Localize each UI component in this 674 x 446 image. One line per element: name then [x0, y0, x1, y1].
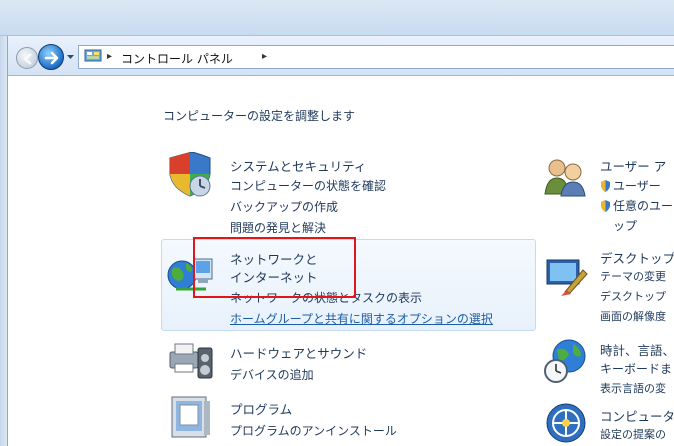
globe-clock-icon[interactable] — [543, 338, 589, 384]
link-screen-resolution[interactable]: 画面の解像度 — [600, 308, 666, 324]
forward-arrow-icon — [44, 51, 59, 65]
breadcrumb-separator[interactable]: ▸ — [107, 51, 112, 62]
window: ▸ コントロール パネル ▸ コンピューターの設定を調整します システムとセキュ… — [0, 0, 674, 446]
back-arrow-icon — [23, 53, 32, 65]
annotation-highlight-box — [193, 237, 356, 298]
link-desktop-background[interactable]: デスクトップ — [600, 288, 666, 304]
breadcrumb-control-panel[interactable]: コントロール パネル — [121, 50, 233, 67]
link-keyboard[interactable]: キーボードま — [600, 360, 672, 377]
link-user-accounts-option-cont[interactable]: ップ — [613, 217, 637, 234]
category-title-system-security[interactable]: システムとセキュリティ — [230, 156, 366, 175]
programs-box-icon[interactable] — [166, 393, 214, 439]
shield-icon[interactable] — [166, 152, 214, 198]
uac-shield-icon — [601, 180, 610, 192]
category-title-ease-of-access[interactable]: コンピュータ — [600, 406, 674, 425]
page-title: コンピューターの設定を調整します — [163, 109, 356, 123]
window-title-frame — [0, 0, 674, 36]
category-title-hardware-sound[interactable]: ハードウェアとサウンド — [230, 343, 367, 362]
category-title-appearance[interactable]: デスクトップ — [600, 248, 674, 267]
recent-pages-dropdown-icon[interactable] — [66, 54, 75, 61]
back-button[interactable] — [16, 47, 38, 69]
breadcrumb-separator[interactable]: ▸ — [262, 51, 267, 62]
link-let-windows-suggest[interactable]: 設定の提案の — [600, 426, 666, 442]
link-display-language[interactable]: 表示言語の変 — [600, 380, 666, 396]
link-check-computer-status[interactable]: コンピューターの状態を確認 — [230, 177, 386, 194]
category-title-user-accounts[interactable]: ユーザー ア — [600, 156, 666, 175]
link-create-backup[interactable]: バックアップの作成 — [230, 198, 338, 215]
window-left-border — [0, 36, 8, 446]
link-troubleshoot[interactable]: 問題の発見と解決 — [230, 219, 326, 236]
forward-button[interactable] — [38, 44, 64, 70]
link-change-theme[interactable]: テーマの変更 — [600, 268, 666, 284]
link-uninstall-program[interactable]: プログラムのアンインストール — [230, 422, 397, 439]
control-panel-icon[interactable] — [84, 49, 102, 64]
printer-speaker-icon[interactable] — [166, 338, 216, 382]
uac-shield-icon — [601, 200, 610, 212]
ease-of-access-icon[interactable] — [545, 402, 587, 444]
users-icon[interactable] — [543, 156, 589, 198]
link-user-accounts-option[interactable]: 任意のユー — [613, 197, 673, 214]
link-add-device[interactable]: デバイスの追加 — [230, 366, 314, 383]
link-user-accounts[interactable]: ユーザー — [613, 177, 661, 194]
desktop-paint-icon[interactable] — [543, 252, 589, 296]
category-title-programs[interactable]: プログラム — [230, 399, 292, 418]
link-homegroup-sharing-options[interactable]: ホームグループと共有に関するオプションの選択 — [230, 310, 493, 327]
category-title-clock-language[interactable]: 時計、言語、 — [600, 340, 674, 359]
